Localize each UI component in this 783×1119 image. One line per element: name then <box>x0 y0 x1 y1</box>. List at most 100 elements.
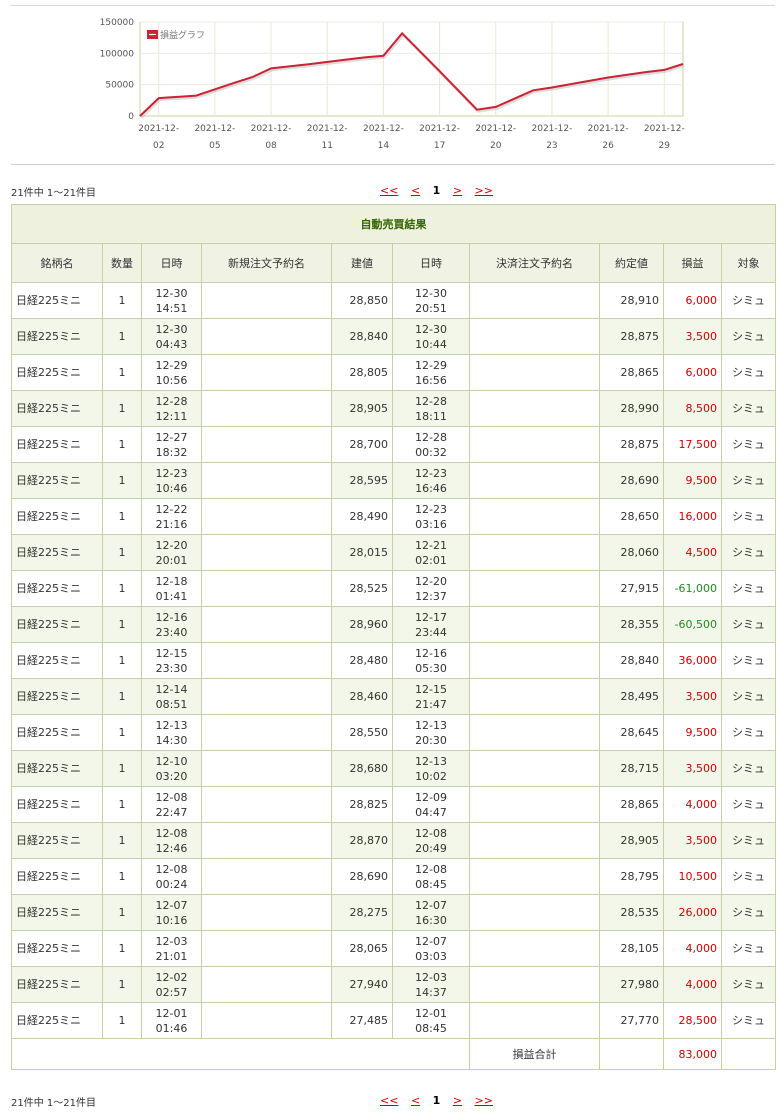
cell-profit: 36,000 <box>663 642 722 679</box>
page-first-link[interactable]: << <box>380 184 398 197</box>
cell-open-time: 12-16 23:40 <box>141 606 202 643</box>
page-prev-link-bottom[interactable]: < <box>411 1094 420 1107</box>
table-row: 日経225ミニ 1 12-08 00:24 28,690 12-08 08:45 28,795… <box>11 858 777 895</box>
open-date: 12-15 <box>155 646 188 660</box>
close-date: 12-07 <box>415 898 447 912</box>
chart-divider <box>11 164 775 165</box>
cell-close-price: 28,990 <box>599 390 664 427</box>
target-value: シミュ <box>732 654 766 667</box>
cell-profit: 3,500 <box>663 750 722 787</box>
quantity: 1 <box>118 942 126 955</box>
cell-qty: 1 <box>102 750 142 787</box>
cell-name: 日経225ミニ <box>11 570 103 607</box>
cell-profit: 8,500 <box>663 390 722 427</box>
cell-name: 日経225ミニ <box>11 894 103 931</box>
profit-value: 6,000 <box>685 294 718 307</box>
open-price: 28,480 <box>349 654 389 667</box>
page-first-link-bottom[interactable]: << <box>380 1094 398 1107</box>
cell-target: シミュ <box>720 534 777 571</box>
cell-close-price: 28,865 <box>599 354 664 391</box>
open-price: 28,805 <box>349 366 389 379</box>
cell-open-time: 12-28 12:11 <box>141 390 202 427</box>
cell-open-price: 28,480 <box>331 642 393 679</box>
close-date: 12-15 <box>415 682 447 696</box>
cell-open-price: 28,850 <box>331 282 393 319</box>
cell-new-order <box>201 570 332 607</box>
cell-close-order <box>469 354 600 391</box>
instrument-name: 日経225ミニ <box>16 474 81 487</box>
page-last-link[interactable]: >> <box>475 184 493 197</box>
table-row: 日経225ミニ 1 12-20 20:01 28,015 12-21 02:01 28,060… <box>11 534 777 571</box>
cell-open-time: 12-15 23:30 <box>141 642 202 679</box>
page-prev-link[interactable]: < <box>411 184 420 197</box>
cell-close-time: 12-08 20:49 <box>392 822 470 859</box>
cell-profit: 4,500 <box>663 534 722 571</box>
cell-close-order <box>469 858 600 895</box>
page-next-link-bottom[interactable]: > <box>453 1094 462 1107</box>
x-tick-label: 23 <box>546 141 557 151</box>
close-date: 12-09 <box>415 790 447 804</box>
close-date: 12-08 <box>415 862 447 876</box>
close-date: 12-21 <box>415 538 447 552</box>
cell-qty: 1 <box>102 498 142 535</box>
cell-profit: 17,500 <box>663 426 722 463</box>
x-tick-label: 2021-12- <box>251 124 292 134</box>
page-next-link[interactable]: > <box>453 184 462 197</box>
table-row: 日経225ミニ 1 12-27 18:32 28,700 12-28 00:32 28,875… <box>11 426 777 463</box>
cell-new-order <box>201 606 332 643</box>
cell-open-time: 12-03 21:01 <box>141 930 202 967</box>
cell-open-price: 28,700 <box>331 426 393 463</box>
header-close-time: 日時 <box>392 243 470 283</box>
open-price: 28,700 <box>349 438 389 451</box>
cell-profit: 3,500 <box>663 318 722 355</box>
cell-qty: 1 <box>102 354 142 391</box>
close-time: 04:47 <box>415 805 447 819</box>
cell-new-order <box>201 1002 332 1039</box>
open-date: 12-27 <box>155 430 188 444</box>
target-value: シミュ <box>732 906 766 919</box>
open-date: 12-03 <box>155 934 188 948</box>
open-price: 28,690 <box>349 870 389 883</box>
cell-close-time: 12-03 14:37 <box>392 966 470 1003</box>
profit-value: 4,000 <box>685 798 718 811</box>
cell-close-time: 12-21 02:01 <box>392 534 470 571</box>
quantity: 1 <box>118 690 126 703</box>
open-time: 08:51 <box>155 697 188 711</box>
result-count: 21件中 1〜21件目 <box>11 188 96 199</box>
cell-name: 日経225ミニ <box>11 858 103 895</box>
profit-value: 6,000 <box>685 366 718 379</box>
cell-target: シミュ <box>720 282 777 319</box>
profit-chart: 2021-12- 02 2021-12- 05 2021-12- 08 2021-12- 11… <box>0 0 783 160</box>
cell-close-time: 12-29 16:56 <box>392 354 470 391</box>
quantity: 1 <box>118 510 126 523</box>
x-tick-label: 02 <box>153 141 164 151</box>
target-value: シミュ <box>732 294 766 307</box>
cell-close-price: 28,645 <box>599 714 664 751</box>
cell-close-order <box>469 606 600 643</box>
open-date: 12-16 <box>155 610 188 624</box>
instrument-name: 日経225ミニ <box>16 1014 81 1027</box>
quantity: 1 <box>118 330 126 343</box>
cell-open-time: 12-10 03:20 <box>141 750 202 787</box>
page-last-link-bottom[interactable]: >> <box>475 1094 493 1107</box>
quantity: 1 <box>118 654 126 667</box>
cell-qty: 1 <box>102 606 142 643</box>
open-time: 23:30 <box>155 661 188 675</box>
instrument-name: 日経225ミニ <box>16 582 81 595</box>
open-price: 28,525 <box>349 582 389 595</box>
cell-target: シミュ <box>720 642 777 679</box>
table-row: 日経225ミニ 1 12-10 03:20 28,680 12-13 10:02 28,715… <box>11 750 777 787</box>
cell-target: シミュ <box>720 354 777 391</box>
close-price: 27,770 <box>620 1014 660 1027</box>
cell-target: シミュ <box>720 930 777 967</box>
cell-close-price: 28,105 <box>599 930 664 967</box>
open-price: 28,015 <box>349 546 389 559</box>
quantity: 1 <box>118 582 126 595</box>
target-value: シミュ <box>732 474 766 487</box>
cell-open-price: 28,840 <box>331 318 393 355</box>
profit-chart-svg: 2021-12- 02 2021-12- 05 2021-12- 08 2021-12- 11… <box>100 18 685 151</box>
target-value: シミュ <box>732 546 766 559</box>
open-time: 14:51 <box>155 301 188 315</box>
cell-open-time: 12-20 20:01 <box>141 534 202 571</box>
close-time: 08:45 <box>415 877 447 891</box>
